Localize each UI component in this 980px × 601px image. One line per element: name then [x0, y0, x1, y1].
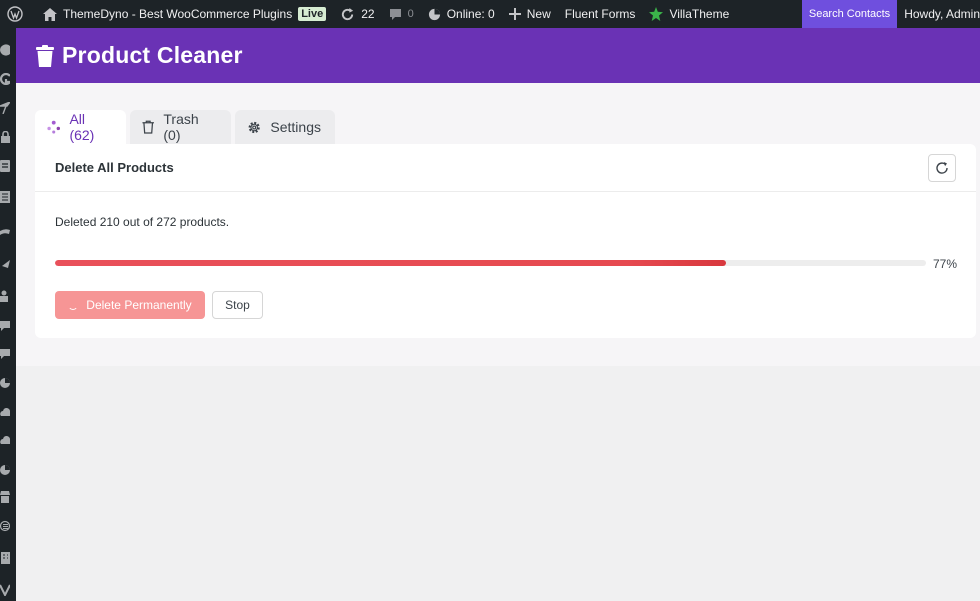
feedback-icon[interactable]	[0, 348, 10, 360]
delete-permanently-button[interactable]: Delete Permanently	[55, 291, 205, 319]
dashboard-icon[interactable]	[0, 44, 10, 56]
site-name: ThemeDyno - Best WooCommerce Plugins	[63, 7, 293, 21]
building-icon[interactable]	[0, 552, 10, 564]
delete-button-label: Delete Permanently	[86, 298, 192, 312]
cloud-upload-icon[interactable]	[0, 434, 10, 446]
updates-link[interactable]: 22	[333, 0, 381, 28]
refresh-button[interactable]	[928, 154, 956, 182]
users-icon[interactable]	[0, 290, 10, 302]
g-icon[interactable]	[0, 73, 10, 85]
comments-count: 0	[407, 8, 414, 20]
page-icon[interactable]	[0, 160, 10, 172]
plus-icon	[508, 8, 521, 20]
tab-all-label: All (62)	[69, 111, 95, 143]
cloud-icon[interactable]	[0, 406, 10, 418]
lock-icon[interactable]	[0, 131, 10, 143]
tab-trash-label: Trash (0)	[163, 111, 199, 143]
pin-icon[interactable]	[0, 102, 10, 114]
thumbtack-icon[interactable]	[0, 258, 10, 270]
document-icon[interactable]	[0, 191, 10, 203]
tab-all[interactable]: All (62)	[35, 110, 126, 144]
v-icon[interactable]	[0, 584, 10, 596]
villatheme-link[interactable]: VillaTheme	[642, 0, 736, 28]
card-title: Delete All Products	[55, 160, 174, 175]
progress-percent: 77%	[933, 257, 958, 271]
admin-bar: ThemeDyno - Best WooCommerce Plugins Liv…	[0, 0, 980, 28]
brush-icon[interactable]	[0, 226, 10, 238]
status-text: Deleted 210 out of 272 products.	[55, 215, 230, 229]
online-label: Online: 0	[446, 7, 495, 21]
fluent-forms-link[interactable]: Fluent Forms	[558, 0, 643, 28]
home-icon	[43, 7, 57, 21]
updates-count: 22	[361, 7, 375, 21]
villatheme-label: VillaTheme	[669, 7, 730, 21]
sparkle-icon	[47, 120, 61, 134]
progress-fill	[55, 260, 726, 266]
new-content-link[interactable]: New	[502, 0, 558, 28]
refresh-icon	[936, 162, 948, 174]
live-badge: Live	[298, 7, 327, 21]
delete-products-card: Delete All Products Deleted 210 out of 2…	[35, 144, 976, 338]
chart-menu-icon[interactable]	[0, 377, 10, 389]
comment-icon	[389, 8, 401, 20]
comments-link[interactable]: 0	[382, 0, 421, 28]
wordpress-logo-icon[interactable]	[0, 0, 36, 28]
online-users[interactable]: Online: 0	[421, 0, 502, 28]
card-header: Delete All Products	[35, 144, 976, 192]
tab-settings[interactable]: Settings	[235, 110, 335, 144]
pie-chart-icon	[428, 8, 440, 20]
new-label: New	[526, 7, 551, 21]
gear-icon	[248, 121, 260, 133]
fluent-forms-label: Fluent Forms	[564, 7, 636, 21]
trash-icon	[142, 120, 154, 134]
star-icon	[649, 7, 664, 21]
list-circle-icon[interactable]	[0, 520, 10, 532]
howdy-user-menu[interactable]: Howdy, Admin	[897, 0, 980, 28]
comments-menu-icon[interactable]	[0, 320, 10, 332]
stop-button[interactable]: Stop	[212, 291, 263, 319]
admin-side-menu	[0, 28, 16, 601]
tab-settings-label: Settings	[270, 119, 321, 135]
page-title: Product Cleaner	[62, 42, 243, 68]
updates-icon	[342, 7, 354, 20]
spinner-icon	[68, 300, 79, 310]
store-icon[interactable]	[0, 491, 10, 503]
tab-trash[interactable]: Trash (0)	[130, 110, 231, 144]
site-name-link[interactable]: ThemeDyno - Best WooCommerce Plugins Liv…	[36, 0, 333, 28]
progress-bar	[55, 260, 926, 266]
tab-bar: All (62) Trash (0) Settings	[35, 110, 339, 144]
trash-icon	[36, 44, 54, 67]
search-contacts-button[interactable]: Search Contacts	[801, 0, 898, 28]
plugin-header: Product Cleaner	[16, 28, 980, 83]
stats-icon[interactable]	[0, 464, 10, 476]
